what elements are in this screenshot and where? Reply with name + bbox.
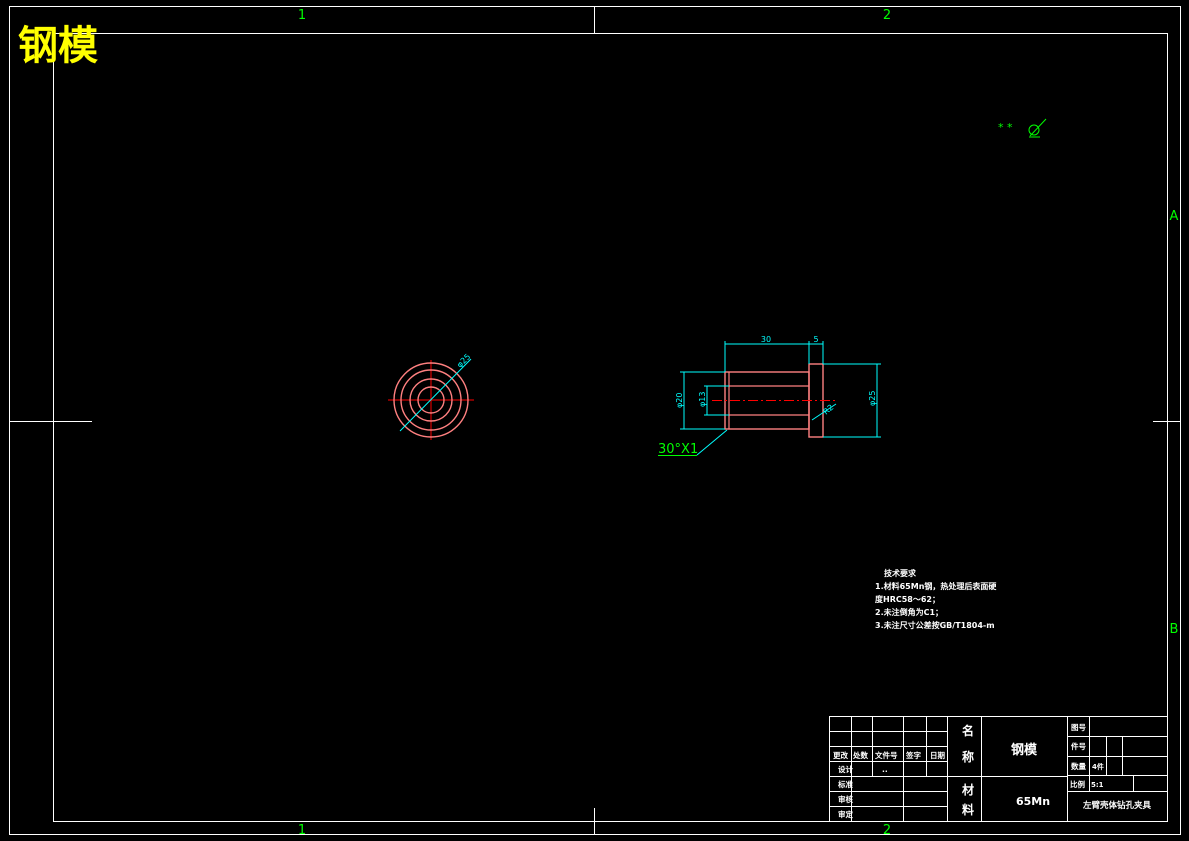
tech-req-heading: 技术要求 [884,568,917,578]
technical-requirements: 技术要求 1.材料65Mn钢，热处理后表面硬 度HRC58～62； 2.未注倒角… [875,568,997,630]
zone-label-b: B [1170,622,1179,637]
surface-finish-symbol: * * [998,118,1047,138]
tech-req-line: 3.未注尺寸公差按GB/T1804-m [875,620,995,630]
dim-phi25-label: φ25 [868,391,877,406]
drawing-sheet: 1 2 1 2 A B 钢模 * * φ25 30 5 φ20 φ13 φ25 … [9,6,1181,838]
header-file: 文件号 [875,750,898,760]
drawing-title: 钢模 [18,22,98,69]
end-view-dim-label: φ25 [455,352,472,369]
header-sign: 签字 [905,750,921,760]
tech-req-line: 度HRC58～62； [875,594,940,605]
material-value: 65Mn [1016,795,1050,808]
name-label-1: 名 [962,723,974,738]
material-label-1: 材 [961,782,974,797]
zone-label-top-2: 2 [883,8,891,23]
material-label-2: 料 [962,802,974,817]
dim-5-label: 5 [813,335,818,344]
title-block-text: 更改 处数 文件号 签字 日期 设计 .. 标准 审核 审定 名 称 钢模 材 … [833,723,1151,819]
name-label-2: 称 [962,749,974,764]
quantity-value: 4件 [1092,762,1104,771]
header-change: 更改 [833,750,848,760]
tech-req-line: 1.材料65Mn钢，热处理后表面硬 [875,581,997,591]
scale-value: 5:1 [1091,781,1104,789]
dim-30-label: 30 [761,335,771,344]
end-view: φ25 [388,352,474,440]
side-view: 30 5 φ20 φ13 φ25 R2 30°X1 [658,335,881,457]
part-no-label: 件号 [1071,741,1087,751]
inner-frame [53,33,1168,822]
zone-label-top-1: 1 [298,8,306,23]
dim-phi13-label: φ13 [698,392,707,407]
designer-value: .. [882,765,888,774]
role-designer: 设计 [838,764,853,774]
quantity-label: 数量 [1071,761,1087,771]
role-review: 审核 [838,794,853,804]
chamfer-leader [696,429,728,456]
dim-phi20-label: φ20 [675,393,684,408]
name-value: 钢模 [1011,742,1038,758]
header-count: 处数 [852,750,868,760]
zone-label-bottom-2: 2 [883,823,891,838]
header-date: 日期 [930,750,945,760]
role-approve: 审定 [838,809,853,819]
scale-label: 比例 [1070,779,1086,789]
surface-marks: * * [998,121,1013,134]
chamfer-note: 30°X1 [658,442,698,457]
drawing-no-label: 图号 [1071,723,1087,732]
assembly-name: 左臂壳体钻孔夹具 [1082,800,1152,811]
tech-req-line: 2.未注倒角为C1； [875,607,943,618]
zone-label-bottom-1: 1 [298,823,306,838]
surface-circle-icon [1028,124,1040,136]
zone-label-a: A [1170,209,1179,224]
role-standard: 标准 [837,779,853,789]
